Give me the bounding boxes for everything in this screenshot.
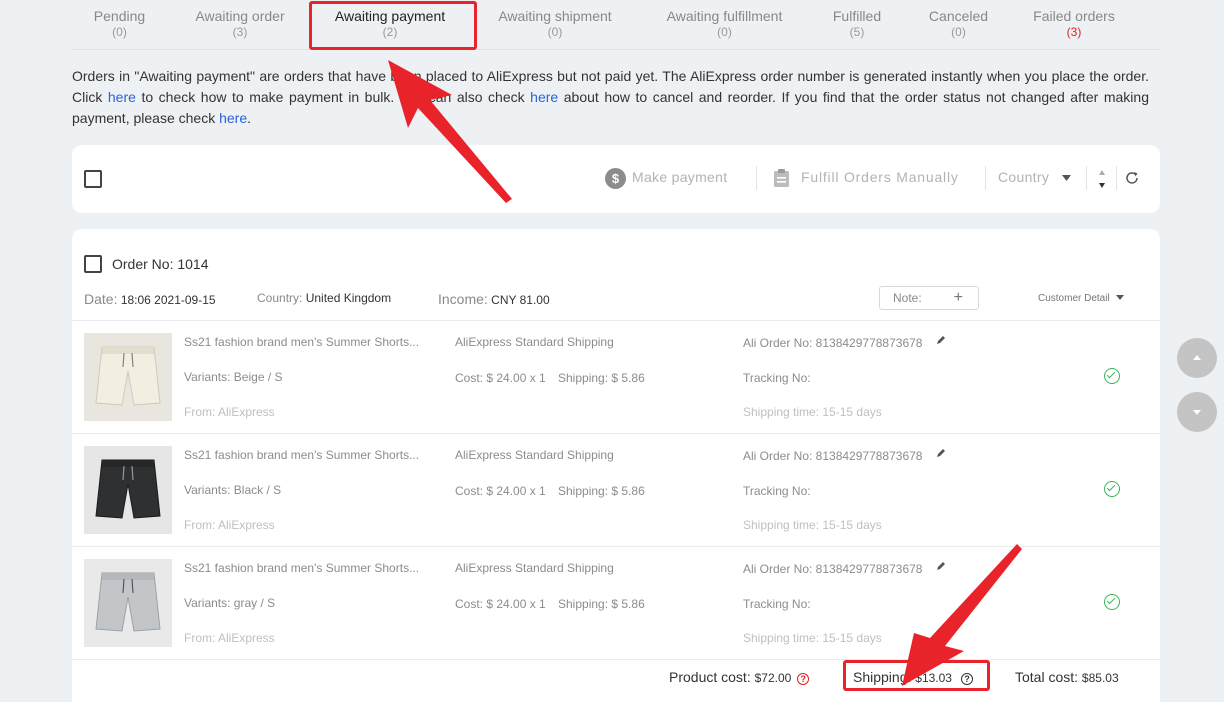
item-shipping: Shipping: $ 5.86: [558, 597, 645, 611]
divider: [756, 166, 757, 190]
item-shipping: Shipping: $ 5.86: [558, 371, 645, 385]
customer-detail-toggle[interactable]: Customer Detail: [1038, 293, 1124, 304]
divider: [1116, 166, 1117, 190]
order-number: Order No: 1014: [112, 256, 209, 272]
order-item: Ss21 fashion brand men's Summer Shorts..…: [72, 546, 1160, 659]
help-icon[interactable]: ?: [797, 673, 810, 685]
product-variant: Variants: Black / S: [184, 483, 282, 497]
item-shipping: Shipping: $ 5.86: [558, 484, 645, 498]
divider: [985, 166, 986, 190]
select-all-checkbox[interactable]: [84, 170, 102, 188]
clipboard-icon: [774, 169, 789, 187]
divider: [1086, 166, 1087, 190]
product-image[interactable]: [84, 559, 172, 647]
total-cost: Total cost: $85.03: [1015, 669, 1119, 685]
caret-down-icon: [1115, 295, 1124, 300]
tracking-number: Tracking No:: [743, 484, 811, 498]
fulfill-orders-manually-button[interactable]: Fulfill Orders Manually: [801, 169, 959, 185]
tab-label: Awaiting fulfillment: [666, 8, 783, 24]
product-variant: Variants: Beige / S: [184, 370, 283, 384]
scroll-down-button[interactable]: [1177, 392, 1217, 432]
order-checkbox[interactable]: [84, 255, 102, 273]
pencil-icon[interactable]: [936, 448, 946, 458]
arrow-down-icon: [1193, 410, 1201, 415]
item-cost: Cost: $ 24.00 x 1: [455, 484, 546, 498]
sort-icon[interactable]: [1098, 169, 1106, 189]
help-link-bulk-payment[interactable]: here: [108, 89, 136, 105]
chevron-down-icon: [1062, 175, 1071, 181]
refresh-icon[interactable]: [1125, 171, 1139, 185]
tab-canceled[interactable]: Canceled (0): [922, 7, 995, 40]
product-source: From: AliExpress: [184, 518, 275, 532]
arrow-up-icon: [1193, 355, 1201, 360]
product-cost: Product cost: $72.00?: [669, 669, 810, 685]
order-card: Order No: 1014 Date: 18:06 2021-09-15 Co…: [72, 229, 1160, 702]
tab-count: (0): [951, 25, 966, 39]
order-date: Date: 18:06 2021-09-15: [84, 291, 216, 307]
tab-count: (3): [232, 25, 248, 39]
tab-label: Failed orders: [1033, 8, 1115, 24]
tab-awaiting-order[interactable]: Awaiting order (3): [185, 7, 295, 40]
country-select[interactable]: Country: [998, 169, 1049, 185]
product-image[interactable]: [84, 446, 172, 534]
scroll-up-button[interactable]: [1177, 338, 1217, 378]
order-country: Country: United Kingdom: [257, 291, 392, 305]
shipping-method: AliExpress Standard Shipping: [455, 448, 614, 462]
bulk-toolbar: $ Make payment Fulfill Orders Manually C…: [72, 145, 1160, 213]
tab-label: Fulfilled: [832, 8, 882, 24]
order-item: Ss21 fashion brand men's Summer Shorts..…: [72, 433, 1160, 546]
product-source: From: AliExpress: [184, 631, 275, 645]
pencil-icon[interactable]: [936, 335, 946, 345]
order-totals: Product cost: $72.00? Shipping: $13.03? …: [72, 659, 1160, 702]
tracking-number: Tracking No:: [743, 371, 811, 385]
tab-failed-orders[interactable]: Failed orders (3): [1027, 7, 1121, 40]
shipping-time: Shipping time: 15-15 days: [743, 631, 882, 645]
tab-fulfilled[interactable]: Fulfilled (5): [822, 7, 892, 40]
product-title[interactable]: Ss21 fashion brand men's Summer Shorts..…: [184, 448, 419, 462]
plus-icon: +: [953, 289, 963, 306]
tab-count: (3): [1066, 25, 1082, 39]
item-cost: Cost: $ 24.00 x 1: [455, 371, 546, 385]
shipping-time: Shipping time: 15-15 days: [743, 518, 882, 532]
tab-awaiting-shipment[interactable]: Awaiting shipment (0): [488, 7, 622, 40]
tab-label: Awaiting shipment: [498, 8, 612, 24]
help-link-cancel-reorder[interactable]: here: [530, 89, 558, 105]
ali-order-number: Ali Order No: 8138429778873678: [743, 562, 923, 576]
dollar-icon: $: [605, 168, 626, 189]
tab-pending[interactable]: Pending (0): [72, 7, 167, 40]
tab-count: (0): [717, 25, 732, 39]
highlight-box: [843, 660, 990, 691]
tab-count: (5): [849, 25, 865, 39]
tab-label: Pending: [93, 8, 146, 24]
check-circle-icon: [1104, 368, 1120, 384]
highlight-box: [309, 1, 477, 50]
shipping-time: Shipping time: 15-15 days: [743, 405, 882, 419]
product-source: From: AliExpress: [184, 405, 275, 419]
product-title[interactable]: Ss21 fashion brand men's Summer Shorts..…: [184, 561, 419, 575]
make-payment-button[interactable]: Make payment: [632, 169, 727, 185]
order-income: Income: CNY 81.00: [438, 291, 550, 307]
tab-count: (0): [112, 25, 127, 39]
shipping-method: AliExpress Standard Shipping: [455, 561, 614, 575]
tab-awaiting-fulfillment[interactable]: Awaiting fulfillment (0): [652, 7, 797, 40]
ali-order-number: Ali Order No: 8138429778873678: [743, 449, 923, 463]
add-note-button[interactable]: Note: +: [879, 286, 979, 310]
check-circle-icon: [1104, 481, 1120, 497]
product-image[interactable]: [84, 333, 172, 421]
status-tabs: Pending (0) Awaiting order (3) Awaiting …: [72, 0, 1160, 50]
pencil-icon[interactable]: [936, 561, 946, 571]
shipping-method: AliExpress Standard Shipping: [455, 335, 614, 349]
order-item: Ss21 fashion brand men's Summer Shorts..…: [72, 320, 1160, 433]
tab-label: Awaiting order: [195, 8, 285, 24]
help-link-status[interactable]: here: [219, 110, 247, 126]
tab-count: (0): [547, 25, 563, 39]
intro-text: Orders in "Awaiting payment" are orders …: [72, 68, 1149, 126]
tab-label: Canceled: [928, 8, 989, 24]
ali-order-number: Ali Order No: 8138429778873678: [743, 336, 923, 350]
tracking-number: Tracking No:: [743, 597, 811, 611]
product-title[interactable]: Ss21 fashion brand men's Summer Shorts..…: [184, 335, 419, 349]
check-circle-icon: [1104, 594, 1120, 610]
product-variant: Variants: gray / S: [184, 596, 276, 610]
item-cost: Cost: $ 24.00 x 1: [455, 597, 546, 611]
